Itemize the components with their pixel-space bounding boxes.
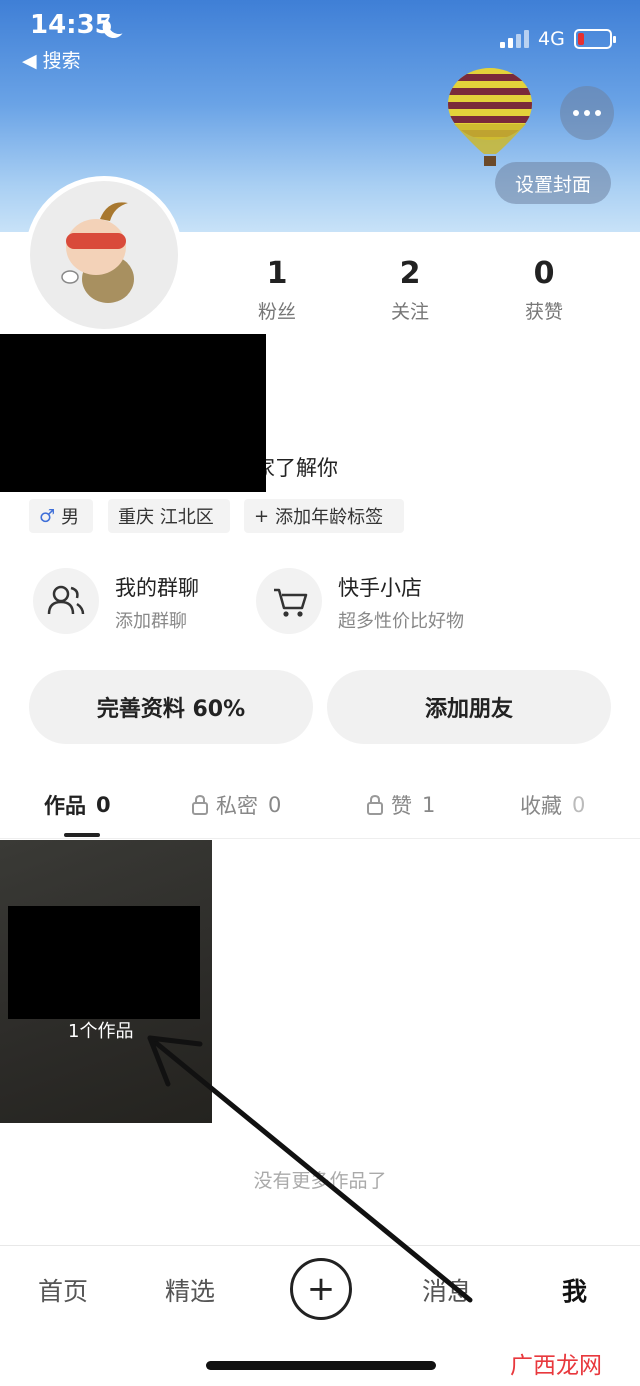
work-count-label: 1个作品 — [68, 1021, 134, 1042]
lock-icon — [192, 794, 208, 815]
tab-works-count: 0 — [96, 793, 111, 817]
following-label: 关注 — [390, 301, 429, 323]
tab-favorites-count: 0 — [572, 793, 586, 817]
set-cover-button[interactable]: 设置封面 — [495, 162, 611, 204]
shop-subtitle: 超多性价比好物 — [338, 611, 464, 632]
redacted-work-block — [8, 906, 200, 1019]
group-chat-title[interactable]: 我的群聊 — [115, 572, 199, 602]
network-type: 4G — [538, 28, 565, 50]
hot-air-balloon-icon — [448, 68, 532, 166]
stat-followers[interactable]: 1 粉丝 — [232, 256, 322, 324]
tab-favorites-label: 收藏 — [520, 794, 562, 818]
tab-liked-count: 1 — [422, 793, 436, 817]
divider — [0, 838, 640, 839]
group-people-icon[interactable] — [33, 568, 99, 634]
bio-text[interactable]: 家了解你 — [254, 452, 338, 482]
complete-profile-button[interactable]: 完善资料 60% — [29, 670, 313, 744]
tab-works[interactable]: 作品 0 — [44, 790, 111, 820]
home-indicator[interactable] — [206, 1361, 436, 1370]
add-age-label: 添加年龄标签 — [275, 507, 384, 528]
add-age-tag-button[interactable]: + 添加年龄标签 — [244, 499, 404, 533]
tag-location[interactable]: 重庆 江北区 — [108, 499, 230, 533]
nav-me[interactable]: 我 — [562, 1272, 587, 1308]
tab-works-label: 作品 — [44, 794, 86, 818]
cartoon-avatar-icon — [61, 202, 134, 303]
tab-private-label: 私密 — [216, 794, 258, 818]
likes-count: 0 — [533, 256, 555, 291]
shop-title[interactable]: 快手小店 — [338, 572, 422, 602]
shopping-cart-icon[interactable] — [256, 568, 322, 634]
followers-count: 1 — [266, 256, 288, 291]
avatar[interactable] — [25, 176, 183, 334]
active-tab-indicator — [64, 833, 100, 837]
likes-label: 获赞 — [524, 301, 563, 323]
tab-private[interactable]: 私密 0 — [190, 790, 281, 820]
divider — [0, 1245, 640, 1246]
status-time: 14:35 — [30, 10, 113, 40]
tab-favorites[interactable]: 收藏 0 — [520, 790, 585, 820]
more-dots-icon[interactable] — [560, 86, 614, 140]
tag-gender[interactable]: ♂ 男 — [29, 499, 93, 533]
plus-icon: + — [306, 1269, 336, 1309]
tab-private-count: 0 — [268, 793, 282, 817]
tab-liked-label: 赞 — [391, 794, 412, 818]
male-icon: ♂ — [39, 505, 56, 527]
create-plus-button[interactable]: + — [290, 1258, 352, 1320]
following-count: 2 — [399, 256, 421, 291]
watermark: 广西龙网 — [510, 1353, 602, 1379]
followers-label: 粉丝 — [257, 301, 296, 323]
nav-home[interactable]: 首页 — [38, 1272, 88, 1308]
redacted-name-block — [0, 334, 266, 492]
nav-featured[interactable]: 精选 — [165, 1272, 215, 1308]
location-label: 重庆 江北区 — [118, 507, 214, 528]
group-chat-subtitle: 添加群聊 — [115, 611, 187, 632]
add-friends-button[interactable]: 添加朋友 — [327, 670, 611, 744]
stat-following[interactable]: 2 关注 — [365, 256, 455, 324]
gender-label: 男 — [61, 507, 80, 528]
battery-icon — [574, 29, 616, 49]
tab-liked[interactable]: 赞 1 — [365, 790, 435, 820]
empty-hint: 没有更多作品了 — [253, 1170, 387, 1192]
stat-likes[interactable]: 0 获赞 — [499, 256, 589, 324]
back-to-search-link[interactable]: ◀ 搜索 — [22, 46, 81, 73]
lock-icon — [367, 794, 383, 815]
signal-icon — [500, 28, 532, 48]
nav-messages[interactable]: 消息 — [422, 1272, 472, 1308]
plus-icon: + — [254, 505, 270, 527]
